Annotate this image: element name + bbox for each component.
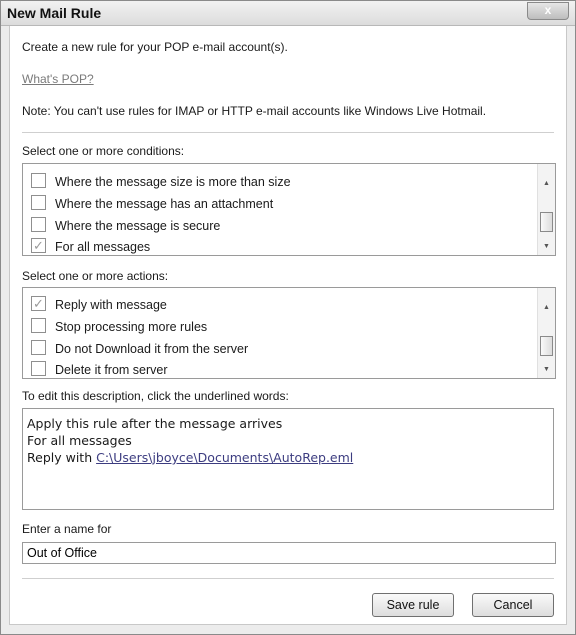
dialog-title: New Mail Rule <box>7 5 102 21</box>
scroll-up-icon[interactable]: ▲ <box>538 176 555 192</box>
note-text: Note: You can't use rules for IMAP or HT… <box>22 104 487 118</box>
action-item[interactable]: Stop processing more rules <box>31 317 207 337</box>
intro-text: Create a new rule for your POP e-mail ac… <box>22 40 288 54</box>
description-label: To edit this description, click the unde… <box>22 389 289 403</box>
title-bar[interactable]: New Mail Rule x <box>1 1 575 26</box>
actions-scrollbar[interactable]: ▲ ▼ <box>537 288 555 378</box>
checkbox[interactable] <box>31 340 46 355</box>
new-mail-rule-dialog: New Mail Rule x Create a new rule for yo… <box>0 0 576 635</box>
scroll-thumb[interactable] <box>540 336 553 356</box>
checkbox-checked[interactable] <box>31 294 46 314</box>
scroll-up-icon[interactable]: ▲ <box>538 300 555 316</box>
description-line: Apply this rule after the message arrive… <box>27 416 283 431</box>
checkbox[interactable] <box>31 361 46 376</box>
actions-label: Select one or more actions: <box>22 269 169 283</box>
checkbox[interactable] <box>31 173 46 188</box>
separator <box>22 578 554 579</box>
close-icon: x <box>544 3 552 17</box>
close-button[interactable]: x <box>527 2 569 20</box>
rule-description-box: Apply this rule after the message arrive… <box>22 408 554 510</box>
cancel-button[interactable]: Cancel <box>472 593 554 617</box>
conditions-scrollbar[interactable]: ▲ ▼ <box>537 164 555 255</box>
action-item[interactable]: Do not Download it from the server <box>31 339 248 359</box>
checkbox[interactable] <box>31 217 46 232</box>
description-line: Reply with C:\Users\jboyce\Documents\Aut… <box>27 450 354 465</box>
condition-item[interactable]: Where the message size is more than size <box>31 172 291 192</box>
whats-pop-link[interactable]: What's POP? <box>22 72 94 86</box>
scroll-thumb[interactable] <box>540 212 553 232</box>
save-rule-button[interactable]: Save rule <box>372 593 454 617</box>
checkbox[interactable] <box>31 195 46 210</box>
conditions-label: Select one or more conditions: <box>22 144 185 158</box>
scroll-down-icon[interactable]: ▼ <box>538 239 555 255</box>
condition-item[interactable]: For all messages <box>31 236 150 257</box>
rule-name-input[interactable] <box>22 542 556 564</box>
condition-item[interactable]: Where the message is secure <box>31 216 220 236</box>
rule-name-label: Enter a name for <box>22 522 112 536</box>
separator <box>22 132 554 133</box>
checkbox-checked[interactable] <box>31 236 46 256</box>
checkbox[interactable] <box>31 318 46 333</box>
action-item[interactable]: Reply with message <box>31 294 167 315</box>
conditions-list[interactable]: Where the message size is more than size… <box>22 163 556 256</box>
condition-item[interactable]: Where the message has an attachment <box>31 194 273 214</box>
action-item[interactable]: Delete it from server <box>31 360 168 380</box>
dialog-body: Create a new rule for your POP e-mail ac… <box>9 26 567 625</box>
actions-list[interactable]: Reply with message Stop processing more … <box>22 287 556 379</box>
scroll-down-icon[interactable]: ▼ <box>538 362 555 378</box>
description-line: For all messages <box>27 433 132 448</box>
reply-file-link[interactable]: C:\Users\jboyce\Documents\AutoRep.eml <box>96 450 353 465</box>
